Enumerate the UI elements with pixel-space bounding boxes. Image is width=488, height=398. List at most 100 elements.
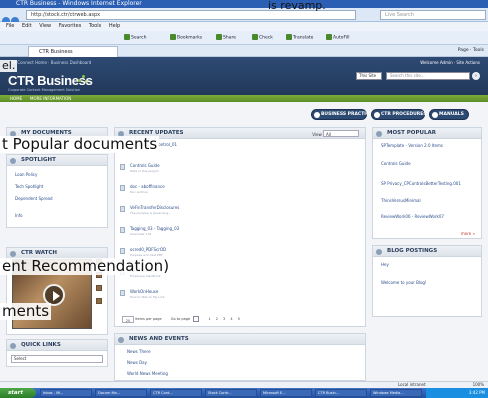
toolbar-check[interactable]: Check [252, 34, 273, 42]
nav-more-information[interactable]: MORE INFORMATION [30, 95, 71, 102]
recent-item-subtitle: The purpose is governing... [130, 211, 171, 215]
news-events-header: NEWS AND EVENTS [115, 334, 365, 345]
recent-item-subtitle: Doc archive [130, 190, 148, 194]
news-item[interactable]: World News Meeting [127, 371, 168, 376]
translate-icon [286, 34, 292, 40]
most-popular-panel: MOST POPULAR SPTemplate - Version 2.0 It… [372, 127, 482, 239]
window-title: CTR Business - Windows Internet Explorer [16, 0, 142, 7]
blog-item[interactable]: Hey [381, 262, 389, 267]
nav-buttons [2, 10, 20, 25]
browser-tab[interactable]: CTR Business [28, 46, 118, 57]
view-filter[interactable]: View All [312, 130, 359, 138]
menu-favorites[interactable]: Favorites [59, 23, 82, 29]
popular-item[interactable]: ThinsVersusMinimal [381, 198, 421, 203]
popular-item[interactable]: SPTemplate - Version 2.0 Items [381, 143, 443, 148]
toolbar-share[interactable]: Share [216, 34, 236, 42]
nav-home[interactable]: HOME [10, 95, 22, 102]
recent-item-title[interactable]: Controls Guide [130, 163, 160, 168]
toolbar-translate[interactable]: Translate [286, 34, 313, 42]
video-thumbnail[interactable] [96, 285, 102, 291]
menu-bar: File Edit View Favorites Tools Help [0, 22, 488, 31]
toolbar-autofill[interactable]: AutoFill [326, 34, 349, 42]
taskbar-button[interactable]: CTR Cont... [150, 389, 202, 397]
menu-edit[interactable]: Edit [22, 23, 32, 29]
app-header: CTR Connect Home · Business Dashboard We… [0, 57, 488, 95]
browser-search-field[interactable]: Live Search [380, 10, 486, 20]
spotlight-item[interactable]: Info [15, 213, 23, 218]
search-scope-select[interactable]: This Site [356, 72, 382, 80]
menu-file[interactable]: File [6, 23, 14, 29]
menu-tools[interactable]: Tools [89, 23, 101, 29]
most-popular-header: MOST POPULAR [373, 128, 481, 139]
business-practices-button[interactable]: BUSINESS PRACTICES [311, 109, 376, 120]
view-select[interactable]: All [323, 130, 359, 137]
more-link[interactable]: more » [461, 231, 475, 236]
search-icon [124, 34, 130, 40]
recent-item-title[interactable]: Tagging_03 - Tagging_03 [130, 226, 179, 231]
welcome-menu[interactable]: Welcome Admin · Site Actions [420, 60, 480, 65]
taskbar-button[interactable]: Docum Ma... [95, 389, 147, 397]
recent-item-title[interactable]: WorkOnHouse [130, 289, 158, 294]
tab-bar: CTR Business Page · Tools [0, 45, 488, 57]
toolbar-bookmarks[interactable]: Bookmarks [170, 34, 202, 42]
menu-view[interactable]: View [39, 23, 51, 29]
bullet-icon [374, 112, 380, 118]
taskbar-button[interactable]: Microsoft E... [260, 389, 312, 397]
popular-item[interactable]: ReviewWork06 - ReviewWork07 [381, 214, 444, 219]
taskbar-button[interactable]: Inbox - Mi... [40, 389, 92, 397]
spotlight-item[interactable]: Loan Policy [15, 172, 37, 177]
goto-page-input[interactable] [193, 316, 200, 322]
recent-item-title[interactable]: doc - aboffinance [130, 184, 165, 189]
blog-postings-panel: BLOG POSTINGS Hey Welcome to your Blog! [372, 245, 482, 317]
search-go-icon[interactable]: › [472, 72, 480, 80]
breadcrumb[interactable]: CTR Connect Home · Business Dashboard [8, 60, 91, 65]
recent-item-subtitle: Overview: 131 [130, 232, 152, 236]
news-item[interactable]: News Day [127, 360, 147, 365]
quick-links-header: QUICK LINKS [7, 340, 107, 351]
window-title-bar: CTR Business - Windows Internet Explorer [0, 0, 488, 8]
news-item[interactable]: News There [127, 349, 151, 354]
spotlight-item[interactable]: Tech Spotlight [15, 184, 43, 189]
spotlight-item[interactable]: Dependent Spread [15, 196, 53, 201]
taskbar-button[interactable]: Stock Contr... [205, 389, 257, 397]
ctr-watch-title: CTR WATCH [21, 250, 57, 256]
recent-item-title[interactable]: ocred0_PDFScrOD [130, 247, 166, 252]
screen: CTR Business - Windows Internet Explorer… [0, 0, 488, 398]
blog-postings-title: BLOG POSTINGS [387, 248, 438, 254]
popular-icon [376, 131, 382, 137]
start-button[interactable]: start [0, 388, 36, 398]
manuals-label: MANUALS [439, 112, 464, 117]
video-thumbnail[interactable] [96, 298, 102, 304]
recent-item-title[interactable]: VeFinTransferDisclosures [130, 205, 179, 210]
goto-page-label: Go to page [170, 317, 191, 321]
document-icon [120, 290, 125, 296]
autofill-icon [326, 34, 332, 40]
news-events-panel: NEWS AND EVENTS News There News Day Worl… [114, 333, 366, 381]
taskbar-button[interactable]: Windows Media... [370, 389, 422, 397]
spotlight-title: SPOTLIGHT [21, 157, 56, 163]
ctr-procedures-button[interactable]: CTR PROCEDURES [371, 109, 427, 120]
taskbar-button[interactable]: CTR Busin... [315, 389, 367, 397]
blog-item[interactable]: Welcome to your Blog! [381, 280, 427, 285]
document-icon [120, 185, 125, 191]
rows-per-page-label: items per page [135, 317, 162, 321]
toolbar-search[interactable]: Search [124, 34, 146, 42]
system-tray: 3:42 PM [426, 388, 488, 398]
share-icon [216, 34, 222, 40]
rows-per-page-select[interactable]: 20 [122, 315, 134, 323]
blog-icon [376, 249, 382, 255]
page-numbers[interactable]: 1 2 3 4 5 [208, 317, 242, 321]
menu-help[interactable]: Help [109, 23, 120, 29]
quick-links-select[interactable]: Select [11, 355, 103, 363]
manuals-button[interactable]: MANUALS [429, 109, 469, 120]
most-popular-title: MOST POPULAR [387, 130, 436, 136]
news-events-title: NEWS AND EVENTS [129, 336, 189, 342]
overlay-text-5: ments [0, 302, 52, 320]
popular-item[interactable]: Controls Guide [381, 161, 411, 166]
popular-item[interactable]: SP Privacy_CPControlsBetterTesting.001 [381, 181, 461, 186]
page-tools-menu[interactable]: Page · Tools [458, 47, 484, 55]
top-nav: HOME MORE INFORMATION [0, 95, 488, 102]
toolbar-autofill-label: AutoFill [333, 35, 350, 41]
site-search-input[interactable]: Search this site... [386, 72, 470, 80]
ctr-procedures-label: CTR PROCEDURES [381, 112, 427, 117]
